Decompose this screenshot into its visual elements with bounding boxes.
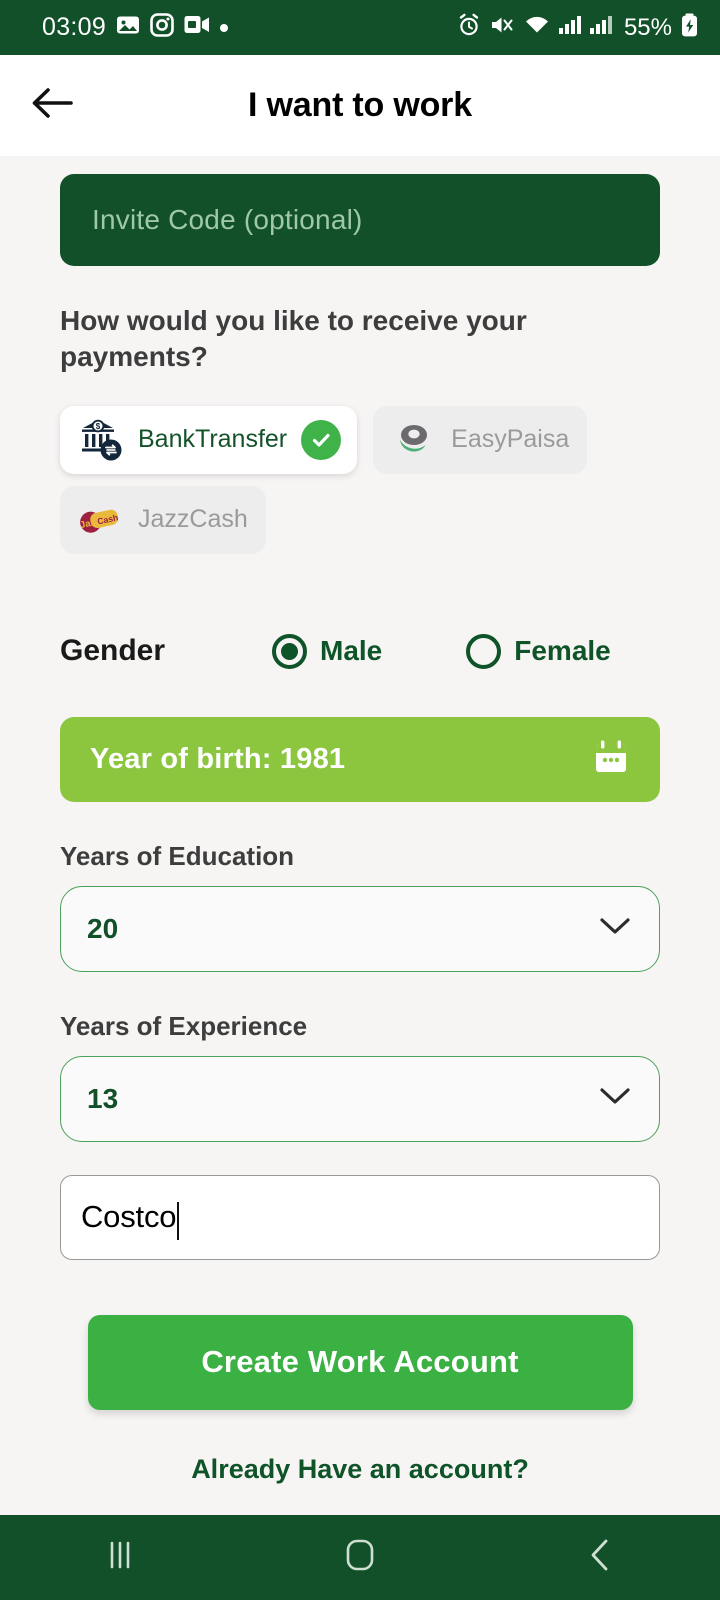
recents-icon	[105, 1539, 135, 1576]
signal-sim2-icon	[589, 15, 612, 40]
status-bar: 03:09 55%	[0, 0, 720, 55]
bank-transfer-icon: $	[78, 417, 124, 463]
back-arrow-icon	[31, 85, 73, 126]
home-button[interactable]	[300, 1528, 420, 1588]
jazzcash-icon: Jazz Cash	[78, 497, 124, 543]
mute-icon	[490, 13, 515, 42]
gender-option-female[interactable]: Female	[466, 633, 611, 669]
already-have-account-link[interactable]: Already Have an account?	[60, 1454, 660, 1485]
radio-selected-icon	[272, 633, 307, 669]
create-work-account-label: Create Work Account	[201, 1344, 519, 1380]
chevron-down-icon	[599, 916, 631, 941]
invite-code-input[interactable]: Invite Code (optional)	[60, 174, 660, 266]
gender-label: Gender	[60, 634, 166, 668]
payment-method-label: BankTransfer	[138, 425, 288, 454]
payment-question-label: How would you like to receive your payme…	[60, 305, 527, 372]
years-of-education-select[interactable]: 20	[60, 885, 660, 972]
status-bar-left: 03:09	[42, 13, 229, 42]
svg-text:$: $	[96, 422, 101, 431]
instagram-icon	[150, 13, 174, 42]
battery-charging-icon	[681, 13, 698, 42]
payment-method-label: EasyPaisa	[451, 425, 570, 454]
years-of-education-value: 20	[87, 912, 119, 944]
system-nav-bar	[0, 1515, 720, 1600]
gender-option-label: Female	[514, 635, 611, 667]
text-caret	[177, 1202, 180, 1241]
payment-method-easypaisa[interactable]: EasyPaisa	[373, 405, 588, 474]
signal-sim1-icon	[558, 15, 581, 40]
employer-input[interactable]: Costco	[60, 1174, 660, 1260]
create-work-account-button[interactable]: Create Work Account	[87, 1314, 633, 1410]
invite-code-placeholder: Invite Code (optional)	[92, 204, 363, 235]
year-of-birth-label: Year of birth: 1981	[90, 742, 346, 775]
battery-percent-label: 55%	[623, 13, 672, 41]
outlook-video-icon	[184, 14, 210, 41]
years-of-experience-value: 13	[87, 1082, 119, 1114]
nav-back-button[interactable]	[540, 1528, 660, 1588]
years-of-experience-select[interactable]: 13	[60, 1055, 660, 1142]
gender-option-male[interactable]: Male	[272, 633, 383, 669]
dot-icon	[220, 23, 229, 32]
back-button[interactable]	[28, 82, 76, 130]
nav-back-icon	[587, 1538, 613, 1577]
employer-input-value: Costco	[81, 1199, 177, 1235]
payment-method-group: $ BankTransfer EasyPaisa Jazz Cash JazzC…	[60, 405, 620, 554]
payment-method-label: JazzCash	[138, 505, 248, 534]
chevron-down-icon	[599, 1086, 631, 1111]
app-bar: I want to work	[0, 55, 720, 156]
years-of-experience-label: Years of Experience	[60, 1010, 308, 1041]
home-icon	[344, 1538, 376, 1577]
recents-button[interactable]	[60, 1528, 180, 1588]
page-title: I want to work	[248, 86, 472, 124]
years-of-education-label: Years of Education	[60, 840, 295, 871]
form-content: Invite Code (optional) How would you lik…	[0, 156, 720, 1515]
wifi-icon	[524, 14, 550, 41]
gender-option-label: Male	[320, 635, 383, 667]
check-icon	[301, 419, 342, 460]
radio-unselected-icon	[466, 633, 502, 669]
gender-row: Gender Male Female	[60, 633, 660, 669]
payment-method-banktransfer[interactable]: $ BankTransfer	[60, 405, 358, 474]
payment-method-jazzcash[interactable]: Jazz Cash JazzCash	[60, 485, 266, 554]
photos-icon	[116, 13, 140, 42]
phone-screen: 03:09 55% I want to work Invite Code (op…	[0, 0, 720, 1600]
submit-row: Create Work Account	[60, 1314, 660, 1410]
easypaisa-icon	[391, 417, 437, 463]
status-bar-right: 55%	[457, 13, 698, 42]
year-of-birth-picker[interactable]: Year of birth: 1981	[60, 716, 660, 802]
alarm-icon	[457, 13, 481, 42]
status-clock: 03:09	[42, 13, 107, 41]
calendar-icon	[592, 738, 630, 781]
